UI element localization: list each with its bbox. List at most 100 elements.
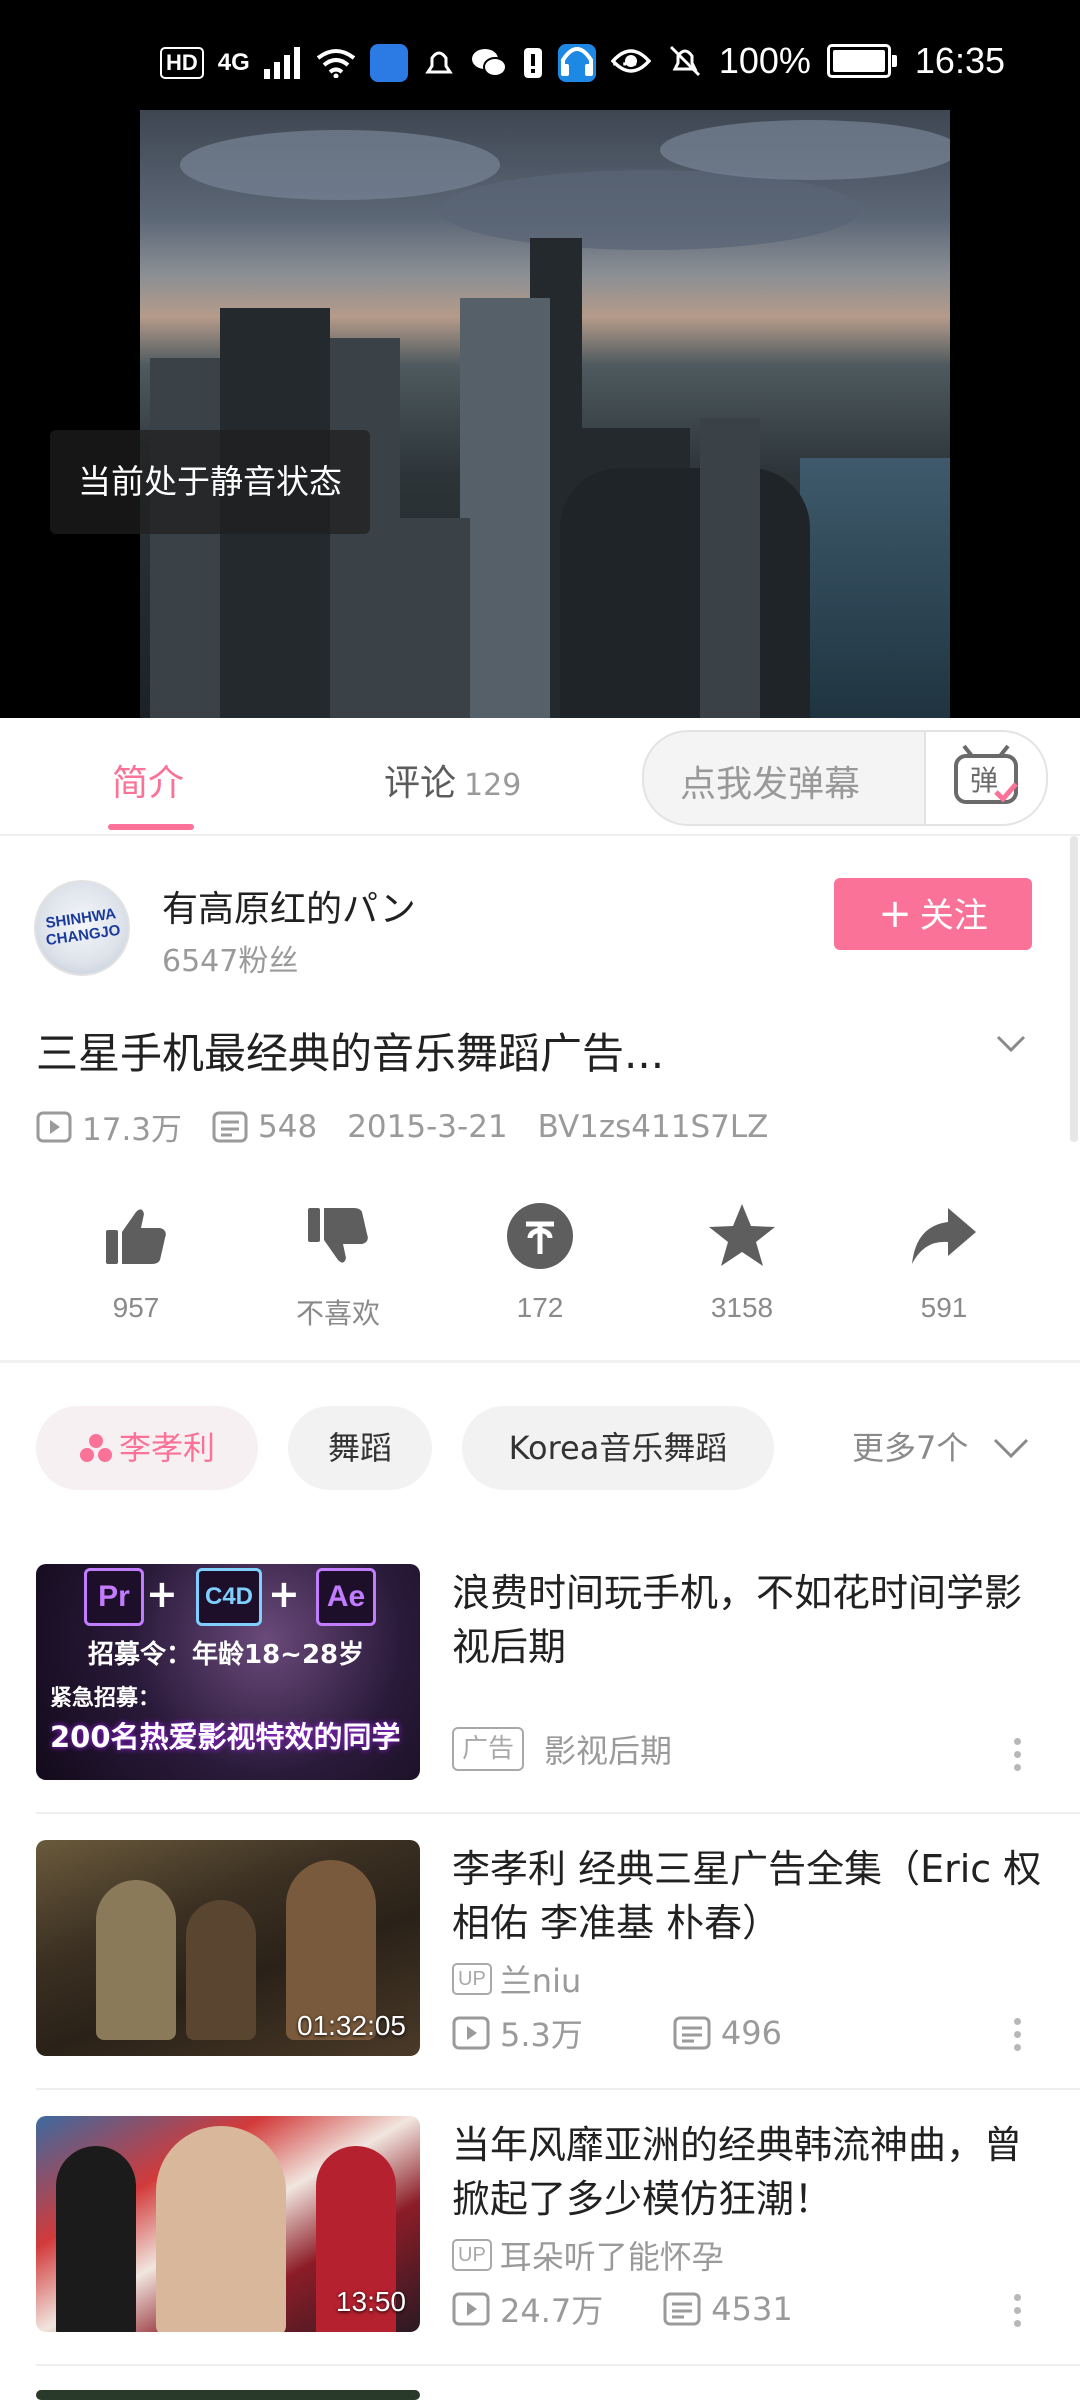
danmaku-input[interactable]: 点我发弹幕 弹	[642, 730, 1048, 826]
more-icon[interactable]	[1014, 1738, 1022, 1777]
list-item[interactable]: 01:32:05 李孝利 经典三星广告全集（Eric 权相佑 李准基 朴春） U…	[0, 1840, 1080, 2070]
share-icon	[912, 1208, 976, 1264]
divider	[36, 1812, 1080, 1814]
like-button[interactable]: 957	[66, 1200, 206, 1324]
danmaku-icon: 弹	[954, 744, 1018, 804]
network-type: 4G	[217, 49, 250, 76]
more-tags-label: 更多7个	[852, 1429, 969, 1467]
hd-icon: HD	[160, 47, 204, 79]
video-duration: 01:32:05	[297, 2010, 406, 2041]
list-item[interactable]: 13:50 当年风靡亚洲的经典韩流神曲，曾掀起了多少模仿狂潮！ UP 耳朵听了能…	[0, 2116, 1080, 2346]
divider	[36, 2088, 1080, 2090]
video-title[interactable]: 三星手机最经典的音乐舞蹈广告...	[36, 1020, 664, 1081]
plus-icon: +	[878, 891, 912, 937]
publish-date: 2015-3-21	[347, 1108, 508, 1145]
stats-row: 24.7万 4531	[452, 2286, 883, 2332]
video-thumbnail[interactable]: 01:32:05	[36, 1840, 420, 2056]
stats-row: 5.3万 496	[452, 2010, 872, 2056]
more-icon[interactable]	[1014, 2018, 1022, 2057]
video-player[interactable]: 当前处于静音状态	[0, 110, 1080, 718]
mute-toast: 当前处于静音状态	[50, 430, 370, 534]
alert-icon	[523, 48, 542, 78]
after-effects-logo: Ae	[316, 1568, 376, 1626]
thumb-figure	[96, 1880, 176, 2040]
dislike-button[interactable]: 不喜欢	[268, 1200, 408, 1332]
view-count: 17.3万	[36, 1104, 182, 1149]
video-thumbnail[interactable]	[36, 2390, 420, 2400]
battery-percent: 100%	[718, 40, 811, 81]
status-bar-right: 100% 16:35	[559, 40, 1005, 82]
star-icon	[709, 1204, 775, 1266]
view-stat: 24.7万	[452, 2286, 603, 2332]
avatar[interactable]: SHINHWA CHANGJO	[34, 880, 130, 976]
cloud	[180, 130, 500, 200]
ad-source-row: 广告 影视后期	[452, 1726, 672, 1772]
list-item-ad[interactable]: Pr + C4D + Ae 招募令：年龄18~28岁 紧急招募： 200名热爱影…	[0, 1564, 1080, 1794]
ad-badge: 广告	[452, 1727, 525, 1771]
tab-intro[interactable]: 简介	[112, 754, 184, 806]
share-count: 591	[920, 1292, 968, 1323]
mute-bell-icon	[669, 45, 700, 77]
video-frame[interactable]	[140, 110, 950, 718]
user-group-icon	[79, 1434, 112, 1462]
scrollbar[interactable]	[1070, 836, 1078, 1142]
cloud	[660, 120, 950, 180]
danmaku-toggle-button[interactable]: 弹	[924, 732, 1046, 824]
eye-icon	[610, 49, 651, 73]
more-icon[interactable]	[1014, 2294, 1022, 2333]
premiere-logo: Pr	[84, 1568, 144, 1626]
coin-button[interactable]: 172	[470, 1200, 610, 1324]
item-uploader: 兰niu	[499, 1962, 582, 2000]
lake	[800, 458, 950, 718]
danmaku-count-icon	[212, 1111, 248, 1142]
chevron-down-icon[interactable]	[996, 1034, 1026, 1054]
tag-chip[interactable]: 舞蹈	[288, 1406, 432, 1490]
view-count: 5.3万	[500, 2016, 583, 2054]
favorite-button[interactable]: 3158	[672, 1200, 812, 1324]
danmaku-placeholder: 点我发弹幕	[680, 764, 861, 805]
view-stat: 5.3万	[452, 2010, 583, 2056]
follow-button[interactable]: + 关注	[834, 878, 1032, 950]
uploader-card: SHINHWA CHANGJO 有高原红的パン 6547粉丝 + 关注	[0, 836, 1080, 996]
ad-line-1: 招募令：年龄18~28岁	[88, 1640, 365, 1670]
item-uploader: 耳朵听了能怀孕	[499, 2238, 724, 2276]
list-item[interactable]	[0, 2390, 1080, 2400]
tag-chip[interactable]: Korea音乐舞蹈	[462, 1406, 774, 1490]
building	[700, 418, 760, 718]
follow-label: 关注	[919, 896, 988, 936]
share-button[interactable]: 591	[874, 1200, 1014, 1324]
favorite-count: 3158	[710, 1292, 774, 1323]
tag-chip[interactable]: 李孝利	[36, 1406, 258, 1490]
play-count-icon	[36, 1111, 72, 1142]
danmaku-count: 548	[212, 1109, 317, 1145]
bvid: BV1zs411S7LZ	[537, 1108, 769, 1145]
chevron-down-icon	[993, 1438, 1028, 1459]
tab-comments-label: 评论	[384, 763, 457, 804]
item-title[interactable]: 李孝利 经典三星广告全集（Eric 权相佑 李准基 朴春）	[452, 1842, 1042, 1950]
video-thumbnail[interactable]: 13:50	[36, 2116, 420, 2332]
more-tags-button[interactable]: 更多7个	[852, 1406, 1029, 1490]
building	[460, 298, 550, 718]
item-title[interactable]: 当年风靡亚洲的经典韩流神曲，曾掀起了多少模仿狂潮！	[452, 2118, 1042, 2226]
item-title[interactable]: 浪费时间玩手机，不如花时间学影视后期	[452, 1566, 1042, 1674]
ad-line-3: 200名热爱影视特效的同学	[50, 1720, 401, 1754]
play-count-icon	[452, 2016, 490, 2050]
divider	[0, 1360, 1080, 1363]
ad-thumbnail[interactable]: Pr + C4D + Ae 招募令：年龄18~28岁 紧急招募： 200名热爱影…	[36, 1564, 420, 1780]
play-count-icon	[452, 2292, 490, 2326]
wechat-icon	[471, 49, 507, 77]
video-meta: 17.3万 548 2015-3-21 BV1zs411S7LZ	[36, 1104, 798, 1149]
thumb-figure	[186, 1900, 256, 2040]
building	[400, 518, 470, 718]
tab-comments[interactable]: 评论 129	[384, 754, 521, 806]
danmaku-count: 4531	[711, 2290, 793, 2328]
uploader-name[interactable]: 有高原红的パン	[162, 880, 416, 932]
thumb-figure	[56, 2146, 136, 2332]
battery-icon	[826, 44, 897, 78]
like-count: 957	[112, 1292, 160, 1323]
danmaku-icon-glyph: 弹	[970, 764, 998, 797]
headphones-icon	[560, 47, 593, 76]
danmaku-count: 496	[720, 2014, 782, 2052]
clock: 16:35	[914, 40, 1005, 81]
danmaku-count-icon	[663, 2292, 701, 2326]
